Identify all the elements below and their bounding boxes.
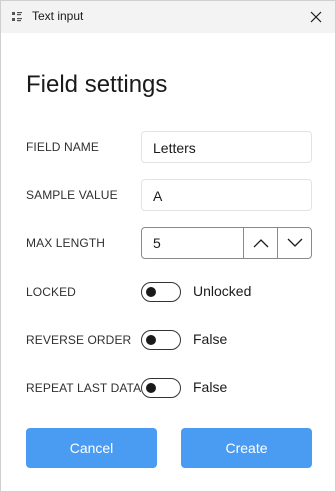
create-button[interactable]: Create xyxy=(181,428,312,468)
cancel-button[interactable]: Cancel xyxy=(26,428,157,468)
repeat-last-data-row: REPEAT LAST DATA False xyxy=(26,372,310,404)
repeat-last-data-state: False xyxy=(193,379,228,395)
max-length-value[interactable]: 5 xyxy=(153,235,161,251)
field-name-label: FIELD NAME xyxy=(26,140,100,154)
window-title: Text input xyxy=(32,9,84,23)
chevron-up-icon xyxy=(253,239,268,248)
locked-label: LOCKED xyxy=(26,285,76,299)
repeat-last-data-toggle[interactable] xyxy=(141,378,181,398)
sample-value-input[interactable]: A xyxy=(141,179,312,211)
repeat-last-data-label: REPEAT LAST DATA xyxy=(26,381,142,395)
max-length-stepper[interactable]: 5 xyxy=(141,227,312,259)
sample-value-row: SAMPLE VALUE A xyxy=(26,179,312,211)
toggle-knob xyxy=(146,287,156,297)
grid-icon xyxy=(12,12,22,22)
locked-state: Unlocked xyxy=(193,283,252,299)
increment-button[interactable] xyxy=(243,228,277,258)
chevron-down-icon xyxy=(287,238,302,247)
reverse-order-row: REVERSE ORDER False xyxy=(26,324,310,356)
close-icon xyxy=(310,11,322,23)
toggle-knob xyxy=(146,383,156,393)
dialog-window: Text input Field settings FIELD NAME Let… xyxy=(0,0,336,492)
field-name-row: FIELD NAME Letters xyxy=(26,131,312,163)
field-name-input[interactable]: Letters xyxy=(141,131,312,163)
locked-row: LOCKED Unlocked xyxy=(26,276,310,308)
locked-toggle[interactable] xyxy=(141,282,181,302)
decrement-button[interactable] xyxy=(277,228,311,258)
title-bar[interactable]: Text input xyxy=(1,1,335,33)
sample-value-label: SAMPLE VALUE xyxy=(26,188,118,202)
close-button[interactable] xyxy=(301,3,331,31)
toggle-knob xyxy=(146,335,156,345)
dialog-content: Field settings FIELD NAME Letters SAMPLE… xyxy=(1,33,335,491)
max-length-label: MAX LENGTH xyxy=(26,236,106,250)
max-length-row: MAX LENGTH 5 xyxy=(26,227,312,259)
reverse-order-toggle[interactable] xyxy=(141,330,181,350)
reverse-order-state: False xyxy=(193,331,228,347)
reverse-order-label: REVERSE ORDER xyxy=(26,333,132,347)
page-title: Field settings xyxy=(26,71,168,98)
